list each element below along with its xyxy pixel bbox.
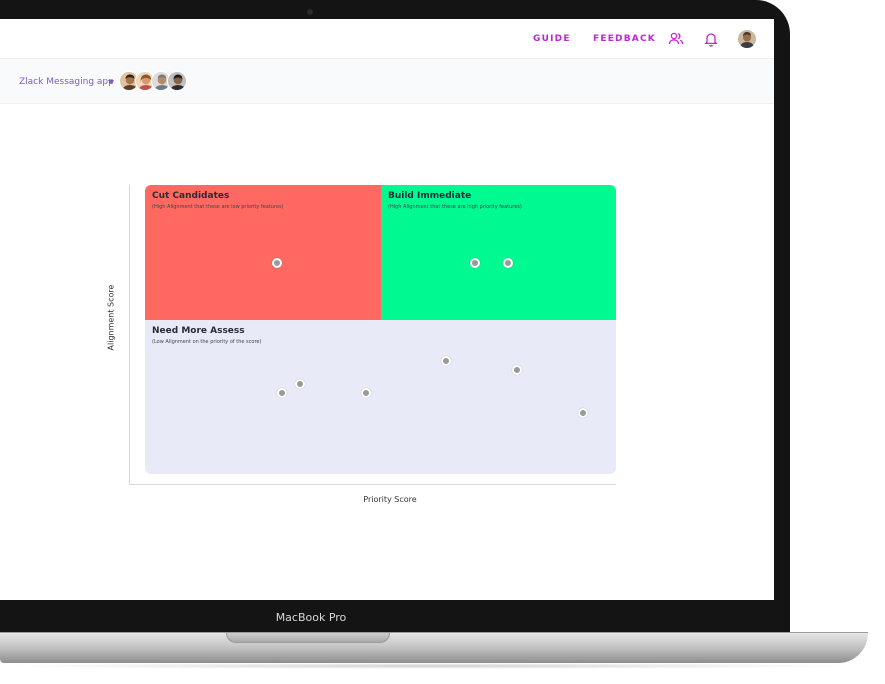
chevron-down-icon[interactable] xyxy=(108,80,114,84)
y-axis-label: Alignment Score xyxy=(106,284,116,351)
project-selector[interactable]: Zlack Messaging app xyxy=(19,77,114,87)
x-axis-line xyxy=(129,484,616,485)
laptop-base xyxy=(0,633,868,663)
quadrant-title: Build Immediate xyxy=(388,191,472,201)
feature-point[interactable] xyxy=(469,258,480,269)
feature-point[interactable] xyxy=(276,388,287,399)
laptop-shadow xyxy=(0,663,860,669)
top-navigation-bar: GUIDE FEEDBACK xyxy=(0,19,774,59)
y-axis-line xyxy=(129,185,130,485)
team-member-avatar[interactable] xyxy=(167,71,187,91)
guide-link[interactable]: GUIDE xyxy=(533,34,571,44)
feature-point[interactable] xyxy=(271,258,282,269)
x-axis-label: Priority Score xyxy=(363,495,417,504)
quadrant-title: Need More Assess xyxy=(152,326,245,336)
camera xyxy=(307,9,313,15)
feedback-link[interactable]: FEEDBACK xyxy=(593,34,656,44)
laptop-mockup: GUIDE FEEDBACK Zlack Messaging app Align… xyxy=(0,0,885,684)
project-bar: Zlack Messaging app xyxy=(0,59,774,104)
quadrant-subtitle: (High Alignment that these are low prior… xyxy=(152,204,284,210)
app-screen: GUIDE FEEDBACK Zlack Messaging app Align… xyxy=(0,19,774,600)
quadrant-title: Cut Candidates xyxy=(152,191,230,201)
bell-icon[interactable] xyxy=(703,31,719,47)
device-label: MacBook Pro xyxy=(275,611,347,624)
laptop-notch xyxy=(226,633,390,643)
user-avatar[interactable] xyxy=(738,30,756,48)
quadrant-build-immediate: Build Immediate (High Alignment that the… xyxy=(381,185,616,320)
quadrant-subtitle: (Low Alignment on the priority of the sc… xyxy=(152,339,262,345)
feature-point[interactable] xyxy=(512,364,523,375)
quadrant-cut-candidates: Cut Candidates (High Alignment that thes… xyxy=(145,185,381,320)
quadrant-subtitle: (High Alignment that these are high prio… xyxy=(388,204,522,210)
users-icon[interactable] xyxy=(668,31,684,47)
quadrant-need-more-assess: Need More Assess (Low Alignment on the p… xyxy=(145,320,616,474)
feature-point[interactable] xyxy=(502,258,513,269)
